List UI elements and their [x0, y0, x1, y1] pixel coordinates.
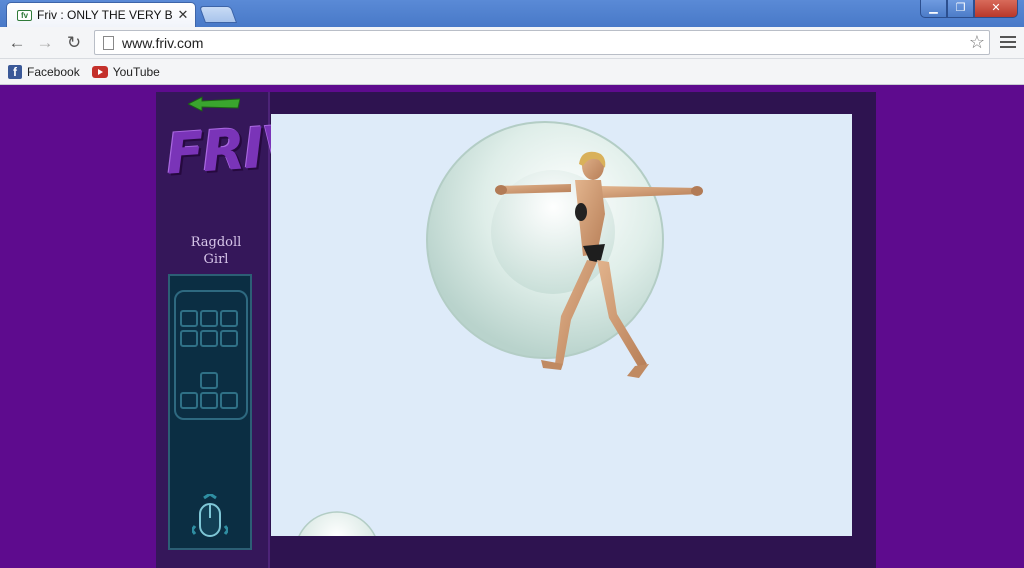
browser-tab[interactable]: fv Friv : ONLY THE VERY BES ✕ — [6, 2, 196, 27]
game-title-line2: Girl — [203, 252, 229, 267]
facebook-icon: f — [8, 64, 22, 79]
bookmarks-bar: f Facebook YouTube — [0, 59, 1024, 85]
restore-button[interactable]: ❐ — [947, 0, 974, 18]
back-to-games-icon[interactable] — [188, 96, 240, 112]
reload-icon[interactable]: ↻ — [63, 33, 85, 53]
new-tab-button[interactable] — [198, 6, 238, 23]
mouse-icon — [192, 494, 228, 537]
bookmark-youtube[interactable]: YouTube — [91, 64, 160, 79]
forward-arrow-icon[interactable]: → — [34, 33, 56, 53]
small-bubble — [298, 511, 376, 536]
address-bar[interactable]: www.friv.com ☆ — [94, 30, 990, 55]
title-bar: fv Friv : ONLY THE VERY BES ✕ ▁ ❐ ✕ — [0, 0, 1024, 27]
url-text[interactable]: www.friv.com — [122, 35, 965, 51]
game-canvas[interactable] — [271, 114, 852, 536]
tab-title: Friv : ONLY THE VERY BES — [37, 8, 172, 22]
game-title: Ragdoll Girl — [186, 234, 246, 268]
game-sidebar: FRIV Ragdoll Girl — [156, 92, 306, 568]
browser-toolbar: ← → ↻ www.friv.com ☆ — [0, 27, 1024, 59]
bookmark-label: YouTube — [112, 64, 160, 79]
game-frame: FRIV Ragdoll Girl — [156, 92, 876, 568]
page-icon — [103, 35, 114, 50]
page-content: FRIV Ragdoll Girl — [0, 86, 1024, 568]
friv-favicon-icon: fv — [17, 9, 32, 21]
bookmark-facebook[interactable]: f Facebook — [8, 64, 80, 79]
back-arrow-icon[interactable]: ← — [6, 33, 28, 53]
game-scene[interactable] — [271, 114, 852, 536]
bookmark-star-icon[interactable]: ☆ — [965, 32, 989, 53]
tab-close-icon[interactable]: ✕ — [177, 7, 189, 23]
bookmark-label: Facebook — [27, 64, 80, 79]
game-title-line1: Ragdoll — [190, 235, 242, 250]
minimize-button[interactable]: ▁ — [920, 0, 947, 18]
controls-panel — [168, 274, 252, 550]
keyboard-keys-icon — [174, 290, 248, 420]
window-controls: ▁ ❐ ✕ — [920, 0, 1018, 18]
menu-icon[interactable] — [1000, 33, 1016, 51]
youtube-icon — [91, 65, 108, 78]
close-window-button[interactable]: ✕ — [974, 0, 1018, 18]
